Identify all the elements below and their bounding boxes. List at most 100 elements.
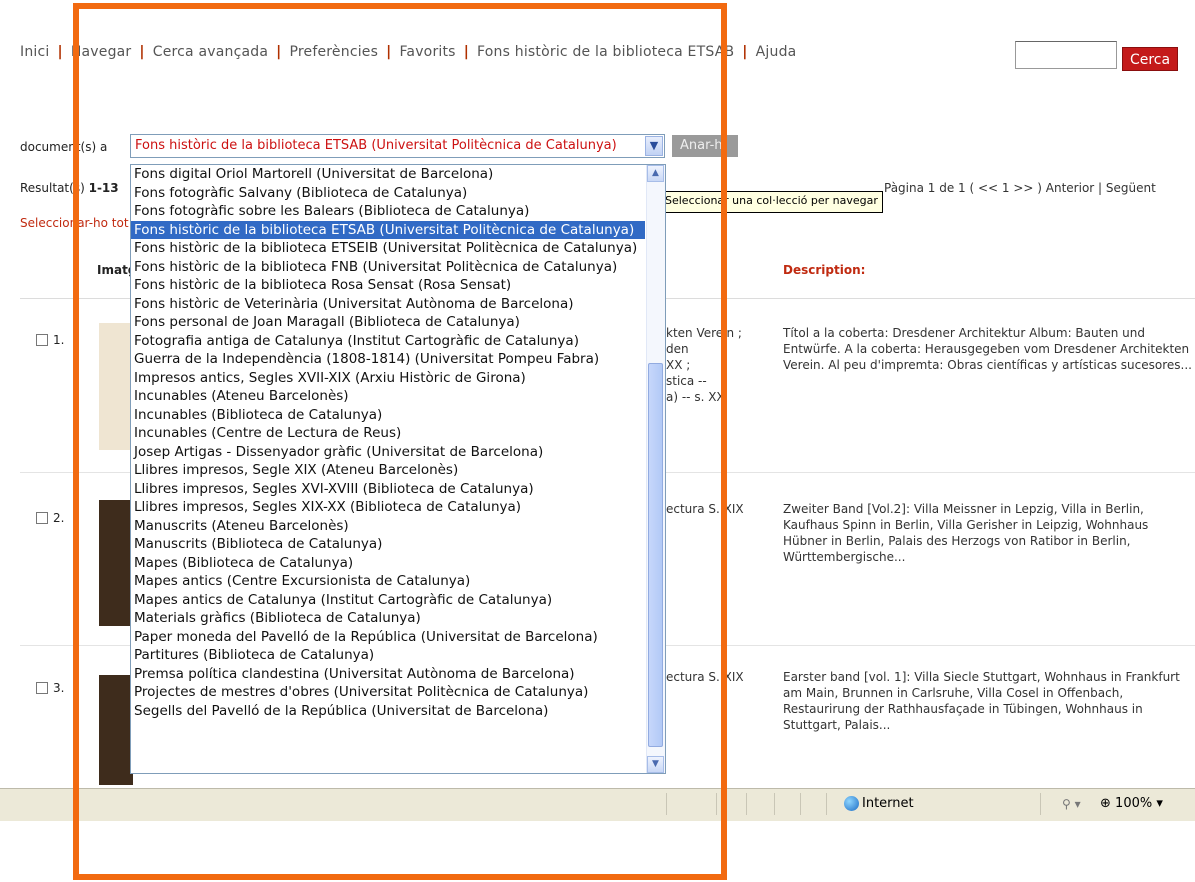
- dropdown-option[interactable]: Fons històric de Veterinària (Universita…: [131, 295, 645, 314]
- security-zone[interactable]: Internet: [844, 796, 914, 811]
- row-number: 2.: [53, 511, 65, 525]
- nav-separator: |: [463, 44, 470, 60]
- scroll-up-arrow-icon[interactable]: ▲: [647, 165, 664, 182]
- table-row-subjects: ectura S. XIX: [666, 669, 744, 685]
- record-thumbnail[interactable]: [99, 675, 133, 785]
- dropdown-option[interactable]: Segells del Pavelló de la República (Uni…: [131, 702, 645, 721]
- dropdown-option[interactable]: Fons històric de la biblioteca ETSEIB (U…: [131, 239, 645, 258]
- nav-separator: |: [139, 44, 145, 60]
- dropdown-option[interactable]: Materials gràfics (Biblioteca de Catalun…: [131, 609, 645, 628]
- nav-separator: |: [276, 44, 282, 60]
- dropdown-option[interactable]: Fons personal de Joan Maragall (Bibliote…: [131, 313, 645, 332]
- subject-line: kten Verein ;: [666, 326, 742, 340]
- dropdown-option[interactable]: Fons digital Oriol Martorell (Universita…: [131, 165, 645, 184]
- subject-line: den: [666, 342, 689, 356]
- collection-dropdown-list[interactable]: Fons digital Oriol Martorell (Universita…: [130, 164, 666, 774]
- nav-separator: |: [57, 44, 63, 60]
- results-count: Resultat(s) 1-13: [20, 181, 119, 195]
- search-input[interactable]: [1015, 41, 1117, 69]
- row-number: 3.: [53, 681, 65, 695]
- dropdown-option[interactable]: Projectes de mestres d'obres (Universita…: [131, 683, 645, 702]
- chevron-down-icon[interactable]: ▼: [645, 136, 663, 156]
- nav-link-favorits[interactable]: Favorits: [399, 44, 455, 60]
- dropdown-option[interactable]: Fons històric de la biblioteca Rosa Sens…: [131, 276, 645, 295]
- dropdown-options: Fons digital Oriol Martorell (Universita…: [131, 165, 665, 720]
- nav-link-ajuda[interactable]: Ajuda: [756, 44, 797, 60]
- nav-link-navegar[interactable]: Navegar: [71, 44, 132, 60]
- scroll-down-arrow-icon[interactable]: ▼: [647, 756, 664, 773]
- status-cell: [826, 793, 827, 815]
- top-navigation: Inici | Navegar | Cerca avançada | Preferèncie…: [20, 44, 796, 60]
- documents-label: document(s) a: [20, 140, 108, 154]
- subject-line: stica --: [666, 374, 707, 388]
- search-button[interactable]: Cerca: [1122, 47, 1178, 71]
- chevron-down-icon[interactable]: ▾: [1156, 796, 1163, 811]
- zoom-icon: ⊕: [1100, 796, 1111, 811]
- row-checkbox[interactable]: [36, 682, 48, 694]
- dropdown-option[interactable]: Llibres impresos, Segle XIX (Ateneu Barc…: [131, 461, 645, 480]
- dropdown-option[interactable]: Incunables (Biblioteca de Catalunya): [131, 406, 645, 425]
- dropdown-option[interactable]: Fotografia antiga de Catalunya (Institut…: [131, 332, 645, 351]
- protected-mode-icon[interactable]: ⚲ ▾: [1062, 797, 1081, 811]
- scrollbar-thumb[interactable]: [648, 363, 663, 747]
- nav-link-fons-historic[interactable]: Fons històric de la biblioteca ETSAB: [477, 44, 734, 60]
- row-number: 1.: [53, 333, 65, 347]
- zoom-value: 100%: [1115, 796, 1153, 811]
- subject-line: ectura S. XIX: [666, 670, 744, 684]
- nav-link-preferencies[interactable]: Preferències: [289, 44, 378, 60]
- table-row-subjects: kten Verein ; den XX ; stica -- a) -- s.…: [666, 325, 742, 405]
- column-header-description: Description:: [783, 263, 866, 277]
- dropdown-option[interactable]: Incunables (Ateneu Barcelonès): [131, 387, 645, 406]
- dropdown-option[interactable]: Josep Artigas - Dissenyador gràfic (Univ…: [131, 443, 645, 462]
- row-checkbox[interactable]: [36, 512, 48, 524]
- status-cell: [1040, 793, 1041, 815]
- nav-separator: |: [742, 44, 748, 60]
- results-label-prefix: Resultat(s): [20, 181, 85, 195]
- tooltip: Seleccionar una col·lecció per navegar: [660, 191, 883, 213]
- record-thumbnail[interactable]: [99, 323, 133, 450]
- dropdown-scrollbar[interactable]: ▲ ▼: [646, 165, 665, 773]
- status-cell: [716, 793, 717, 815]
- table-row-subjects: ectura S. XIX: [666, 501, 744, 517]
- browser-status-bar: Internet ⚲ ▾ ⊕ 100% ▾: [0, 788, 1195, 821]
- dropdown-option[interactable]: Fons fotogràfic sobre les Balears (Bibli…: [131, 202, 645, 221]
- dropdown-option[interactable]: Llibres impresos, Segles XVI-XVIII (Bibl…: [131, 480, 645, 499]
- dropdown-option[interactable]: Premsa política clandestina (Universitat…: [131, 665, 645, 684]
- record-description: Títol a la coberta: Dresdener Architektu…: [783, 326, 1192, 372]
- status-cell: [666, 793, 667, 815]
- record-description: Earster band [vol. 1]: Villa Siecle Stut…: [783, 670, 1180, 732]
- dropdown-option[interactable]: Partitures (Biblioteca de Catalunya): [131, 646, 645, 665]
- globe-icon: [844, 796, 859, 811]
- dropdown-option[interactable]: Llibres impresos, Segles XIX-XX (Bibliot…: [131, 498, 645, 517]
- dropdown-option[interactable]: Manuscrits (Ateneu Barcelonès): [131, 517, 645, 536]
- nav-link-cerca-avancada[interactable]: Cerca avançada: [153, 44, 268, 60]
- collection-select[interactable]: Fons històric de la biblioteca ETSAB (Un…: [130, 134, 665, 158]
- select-all-link[interactable]: Seleccionar-ho tot: [20, 216, 129, 230]
- nav-separator: |: [386, 44, 392, 60]
- results-range: 1-13: [88, 181, 119, 195]
- nav-link-inici[interactable]: Inici: [20, 44, 49, 60]
- security-zone-label: Internet: [862, 796, 914, 811]
- dropdown-option[interactable]: Guerra de la Independència (1808-1814) (…: [131, 350, 645, 369]
- row-checkbox[interactable]: [36, 334, 48, 346]
- dropdown-option[interactable]: Paper moneda del Pavelló de la República…: [131, 628, 645, 647]
- record-description: Zweiter Band [Vol.2]: Villa Meissner in …: [783, 502, 1149, 564]
- dropdown-option[interactable]: Mapes antics (Centre Excursionista de Ca…: [131, 572, 645, 591]
- zoom-level[interactable]: ⊕ 100% ▾: [1100, 796, 1163, 811]
- dropdown-option[interactable]: Fons històric de la biblioteca ETSAB (Un…: [131, 220, 645, 239]
- go-button[interactable]: Anar-hi: [672, 135, 738, 157]
- dropdown-option[interactable]: Manuscrits (Biblioteca de Catalunya): [131, 535, 645, 554]
- dropdown-option[interactable]: Impresos antics, Segles XVII-XIX (Arxiu …: [131, 369, 645, 388]
- dropdown-option[interactable]: Incunables (Centre de Lectura de Reus): [131, 424, 645, 443]
- subject-line: ectura S. XIX: [666, 502, 744, 516]
- record-thumbnail[interactable]: [99, 500, 133, 626]
- dropdown-option[interactable]: Mapes (Biblioteca de Catalunya): [131, 554, 645, 573]
- dropdown-option[interactable]: Fons històric de la biblioteca FNB (Univ…: [131, 258, 645, 277]
- dropdown-option[interactable]: Fons fotogràfic Salvany (Biblioteca de C…: [131, 184, 645, 203]
- dropdown-option[interactable]: Mapes antics de Catalunya (Institut Cart…: [131, 591, 645, 610]
- subject-line: a) -- s. XX: [666, 390, 725, 404]
- subject-line: XX ;: [666, 358, 691, 372]
- pagination[interactable]: Pàgina 1 de 1 ( << 1 >> ) Anterior | Seg…: [884, 181, 1156, 195]
- status-cell: [774, 793, 775, 815]
- collection-select-value: Fons històric de la biblioteca ETSAB (Un…: [135, 138, 617, 153]
